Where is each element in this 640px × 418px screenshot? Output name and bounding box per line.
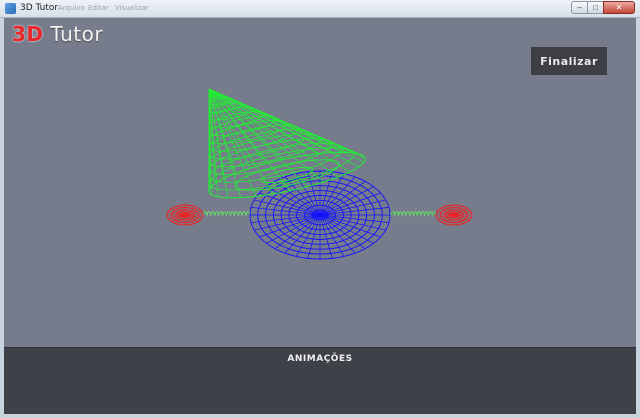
- maximize-button[interactable]: □: [587, 1, 604, 14]
- cone-generator: [208, 88, 363, 156]
- wireframe-disk[interactable]: [249, 170, 391, 260]
- window-controls: – □ ✕: [571, 1, 635, 15]
- close-button[interactable]: ✕: [603, 1, 635, 14]
- anchor-left: [166, 204, 204, 226]
- window-frame-right: [636, 18, 640, 418]
- minimize-button[interactable]: –: [571, 1, 588, 14]
- window-title: 3D Tutor: [20, 3, 59, 13]
- app-client-area: 3D Tutor Finalizar ANIMAÇÕES: [4, 18, 636, 414]
- disk-center: [318, 213, 322, 217]
- cone-ring: [208, 147, 355, 191]
- spring-right: [390, 210, 437, 218]
- animations-panel-title: ANIMAÇÕES: [287, 354, 353, 364]
- ghost-menu-item: Editar: [88, 4, 109, 12]
- window-frame-bottom: [0, 414, 640, 418]
- window-titlebar[interactable]: 3D Tutor Arquivo Editar Visualizar – □ ✕: [0, 0, 640, 18]
- app-icon: [5, 3, 16, 14]
- 3d-viewport[interactable]: [4, 18, 636, 347]
- ghost-menu-item: Visualizar: [115, 4, 149, 12]
- animations-panel: ANIMAÇÕES: [4, 347, 636, 414]
- spring-left: [202, 210, 251, 218]
- anchor-right: [435, 204, 473, 226]
- ghost-menu-item: Arquivo: [58, 4, 85, 12]
- cone-generator: [208, 88, 274, 195]
